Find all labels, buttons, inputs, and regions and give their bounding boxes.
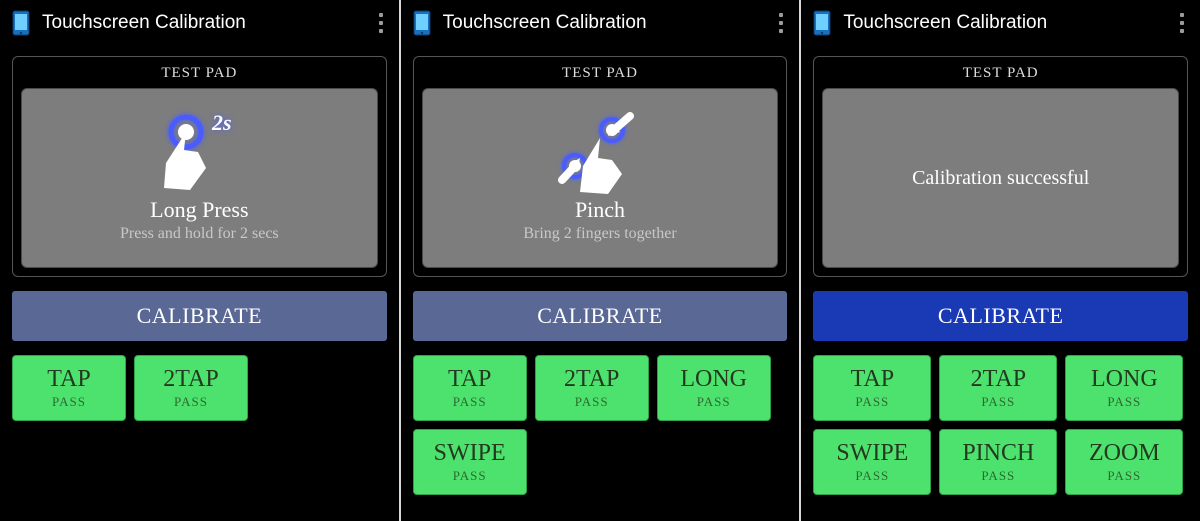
panel-3: Touchscreen Calibration TEST PAD Calibra… — [801, 0, 1200, 521]
tile-label: LONG — [1091, 366, 1158, 393]
tile-tap[interactable]: TAP PASS — [12, 355, 126, 421]
testpad-frame: TEST PAD Calibration successful — [813, 56, 1188, 277]
tiles-row: TAP PASS 2TAP PASS LONG PASS SWIPE PASS … — [813, 355, 1188, 495]
action-bar: Touchscreen Calibration — [0, 0, 399, 46]
panel-1: Touchscreen Calibration TEST PAD — [0, 0, 399, 521]
tile-2tap[interactable]: 2TAP PASS — [535, 355, 649, 421]
testpad-title: Pinch — [575, 197, 625, 223]
tile-label: SWIPE — [434, 440, 506, 467]
action-bar: Touchscreen Calibration — [801, 0, 1200, 46]
testpad-heading: TEST PAD — [422, 65, 779, 82]
tile-label: TAP — [448, 366, 491, 393]
tile-label: TAP — [47, 366, 90, 393]
tile-status: PASS — [1107, 468, 1141, 484]
panel-2: Touchscreen Calibration TEST PAD — [401, 0, 800, 521]
content-area: TEST PAD Calibration successful CALIBRAT… — [801, 46, 1200, 521]
tile-status: PASS — [453, 394, 487, 410]
app-title: Touchscreen Calibration — [843, 12, 1047, 34]
tile-label: 2TAP — [564, 366, 619, 393]
tile-status: PASS — [855, 394, 889, 410]
testpad-frame: TEST PAD — [413, 56, 788, 277]
phone-icon — [411, 9, 433, 37]
app-title: Touchscreen Calibration — [42, 12, 246, 34]
testpad-heading: TEST PAD — [21, 65, 378, 82]
pinch-gesture-icon — [530, 113, 670, 193]
overflow-menu-icon[interactable] — [373, 7, 389, 39]
testpad[interactable]: 2s 2s Long Press Press and hold for 2 se… — [21, 88, 378, 268]
tile-label: 2TAP — [163, 366, 218, 393]
tile-zoom[interactable]: ZOOM PASS — [1065, 429, 1183, 495]
testpad-frame: TEST PAD 2s 2s — [12, 56, 387, 277]
testpad-subtitle: Bring 2 fingers together — [523, 225, 676, 243]
tile-label: TAP — [851, 366, 894, 393]
tile-label: ZOOM — [1089, 440, 1160, 467]
testpad-title: Long Press — [150, 197, 248, 223]
tile-label: 2TAP — [971, 366, 1026, 393]
calibrate-button[interactable]: CALIBRATE — [413, 291, 788, 341]
testpad-subtitle: Press and hold for 2 secs — [120, 225, 279, 243]
tile-long[interactable]: LONG PASS — [1065, 355, 1183, 421]
tiles-row: TAP PASS 2TAP PASS — [12, 355, 387, 421]
tile-status: PASS — [1107, 394, 1141, 410]
tile-status: PASS — [453, 468, 487, 484]
testpad[interactable]: Calibration successful — [822, 88, 1179, 268]
tile-swipe[interactable]: SWIPE PASS — [813, 429, 931, 495]
tile-tap[interactable]: TAP PASS — [813, 355, 931, 421]
tile-long[interactable]: LONG PASS — [657, 355, 771, 421]
overflow-menu-icon[interactable] — [773, 7, 789, 39]
testpad-message: Calibration successful — [912, 167, 1089, 190]
overflow-menu-icon[interactable] — [1174, 7, 1190, 39]
calibrate-button[interactable]: CALIBRATE — [813, 291, 1188, 341]
calibrate-button[interactable]: CALIBRATE — [12, 291, 387, 341]
tile-label: PINCH — [962, 440, 1034, 467]
tile-status: PASS — [52, 394, 86, 410]
content-area: TEST PAD 2s 2s — [0, 46, 399, 521]
tile-status: PASS — [981, 394, 1015, 410]
phone-icon — [10, 9, 32, 37]
phone-icon — [811, 9, 833, 37]
action-bar: Touchscreen Calibration — [401, 0, 800, 46]
tile-pinch[interactable]: PINCH PASS — [939, 429, 1057, 495]
tile-label: LONG — [680, 366, 747, 393]
tile-status: PASS — [575, 394, 609, 410]
tiles-row: TAP PASS 2TAP PASS LONG PASS SWIPE PASS — [413, 355, 788, 495]
tile-status: PASS — [697, 394, 731, 410]
tile-status: PASS — [981, 468, 1015, 484]
tile-2tap[interactable]: 2TAP PASS — [134, 355, 248, 421]
longpress-gesture-icon: 2s 2s — [144, 113, 254, 193]
tile-swipe[interactable]: SWIPE PASS — [413, 429, 527, 495]
app-title: Touchscreen Calibration — [443, 12, 647, 34]
tile-status: PASS — [855, 468, 889, 484]
tile-label: SWIPE — [836, 440, 908, 467]
testpad-heading: TEST PAD — [822, 65, 1179, 82]
tile-tap[interactable]: TAP PASS — [413, 355, 527, 421]
testpad[interactable]: Pinch Bring 2 fingers together — [422, 88, 779, 268]
tile-2tap[interactable]: 2TAP PASS — [939, 355, 1057, 421]
content-area: TEST PAD — [401, 46, 800, 521]
svg-text:2s: 2s — [211, 110, 232, 135]
tile-status: PASS — [174, 394, 208, 410]
